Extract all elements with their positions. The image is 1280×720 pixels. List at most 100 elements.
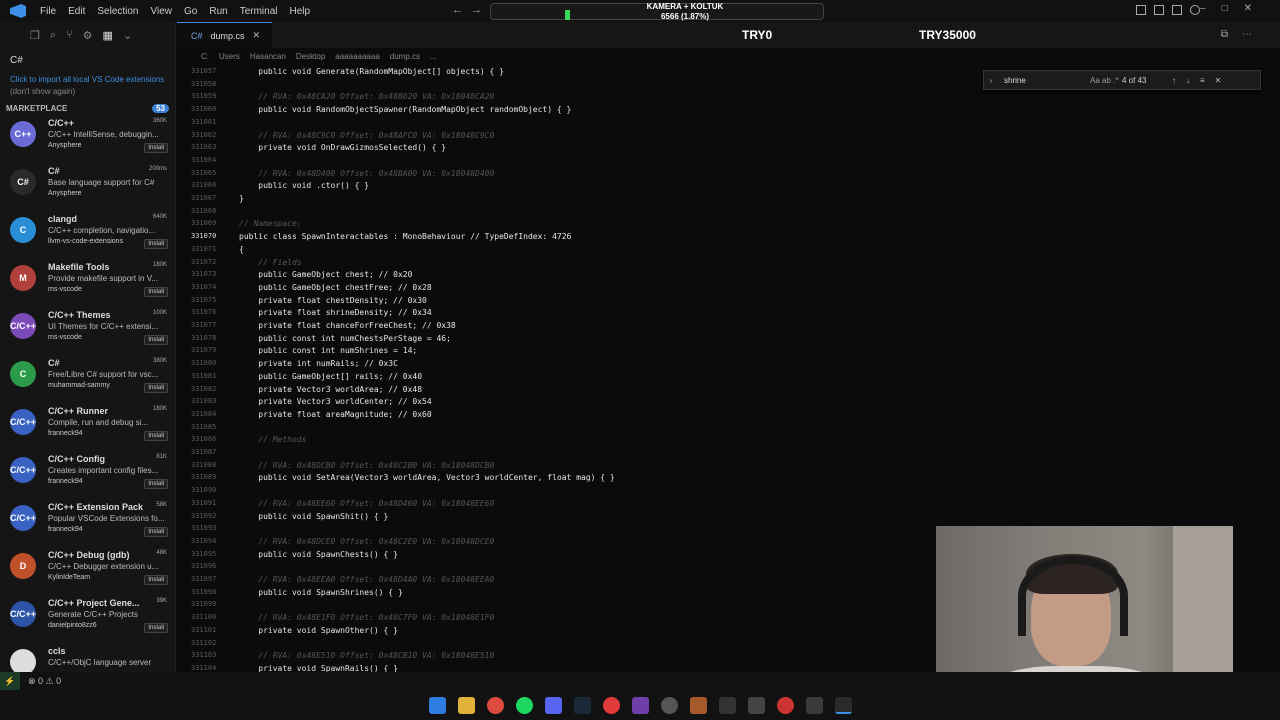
extension-item[interactable]: Cclangd C/C++ completion, navigatio... llv… bbox=[0, 211, 175, 259]
code-line[interactable]: 331074 public GameObject chestFree; // 0… bbox=[177, 281, 1277, 294]
code-line[interactable]: 331064 bbox=[177, 154, 1277, 167]
code-line[interactable]: 331082 private Vector3 worldArea; // 0x4… bbox=[177, 383, 1277, 396]
import-extensions-link[interactable]: Click to import all local VS Code extens… bbox=[10, 75, 164, 84]
toggle-secondary-icon[interactable] bbox=[1172, 5, 1182, 15]
code-line[interactable]: 331091 // RVA: 0x48EE60 Offset: 0x48D460… bbox=[177, 497, 1277, 510]
menu-selection[interactable]: Selection bbox=[91, 6, 144, 17]
menu-file[interactable]: File bbox=[34, 6, 62, 17]
menu-terminal[interactable]: Terminal bbox=[234, 6, 284, 17]
code-line[interactable]: 331087 bbox=[177, 446, 1277, 459]
code-line[interactable]: 331084 private float areaMagnitude; // 0… bbox=[177, 408, 1277, 421]
debug-icon[interactable]: ⚙ bbox=[83, 29, 93, 42]
code-line[interactable]: 331076 private float shrineDensity; // 0… bbox=[177, 306, 1277, 319]
menu-go[interactable]: Go bbox=[178, 6, 203, 17]
code-line[interactable]: 331075 private float chestDensity; // 0x… bbox=[177, 294, 1277, 307]
install-button[interactable]: Install bbox=[144, 527, 168, 537]
code-line[interactable]: 331077 private float chanceForFreeChest;… bbox=[177, 319, 1277, 332]
extension-item[interactable]: M Makefile Tools Provide makefile support … bbox=[0, 259, 175, 307]
install-button[interactable]: Install bbox=[144, 239, 168, 249]
arrow-up-icon[interactable]: ↑ bbox=[1172, 76, 1176, 85]
menu-view[interactable]: View bbox=[145, 6, 179, 17]
app-icon[interactable] bbox=[660, 696, 678, 714]
extension-item[interactable]: C/C++ C/C++ Extension Pack Popular VSCode … bbox=[0, 499, 175, 547]
menu-icon[interactable]: ≡ bbox=[1200, 76, 1205, 85]
extension-item[interactable]: C/C++ C/C++ Project Gene... Generate C/C++… bbox=[0, 595, 175, 643]
window-controls[interactable]: –□✕ bbox=[1200, 3, 1268, 14]
editor-actions[interactable]: ⧉⋯ bbox=[1221, 29, 1266, 40]
code-line[interactable]: 331080 private int numRails; // 0x3C bbox=[177, 357, 1277, 370]
install-button[interactable]: Install bbox=[144, 623, 168, 633]
code-line[interactable]: 331063 private void OnDrawGizmosSelected… bbox=[177, 141, 1277, 154]
install-button[interactable]: Install bbox=[144, 575, 168, 585]
extension-item[interactable]: C C# Free/Libre C# support for vsc... muham… bbox=[0, 355, 175, 403]
breadcrumb-item[interactable]: Hasancan bbox=[250, 52, 286, 61]
code-line[interactable]: 331086 // Methods bbox=[177, 433, 1277, 446]
app-icon[interactable] bbox=[689, 696, 707, 714]
breadcrumb-item[interactable]: dump.cs bbox=[390, 52, 420, 61]
file-explorer-icon[interactable] bbox=[457, 696, 475, 714]
tab-dump-cs[interactable]: C# dump.cs ✕ bbox=[177, 22, 273, 48]
steam-icon[interactable] bbox=[573, 696, 591, 714]
install-button[interactable]: Install bbox=[144, 383, 168, 393]
code-line[interactable]: 331090 bbox=[177, 484, 1277, 497]
files-icon[interactable]: ❐ bbox=[30, 29, 40, 42]
code-line[interactable]: 331081 public GameObject[] rails; // 0x4… bbox=[177, 370, 1277, 383]
menu-run[interactable]: Run bbox=[203, 6, 233, 17]
calculator-icon[interactable] bbox=[718, 696, 736, 714]
chevron-right-icon[interactable]: › bbox=[984, 76, 998, 85]
install-button[interactable]: Install bbox=[144, 287, 168, 297]
code-line[interactable]: 331079 public const int numShrines = 14; bbox=[177, 344, 1277, 357]
extension-item[interactable]: C++ C/C++ C/C++ IntelliSense, debuggin... A… bbox=[0, 115, 175, 163]
code-line[interactable]: 331070 public class SpawnInteractables : … bbox=[177, 230, 1277, 243]
extensions-search-input[interactable]: C# bbox=[4, 50, 171, 70]
arrow-down-icon[interactable]: ↓ bbox=[1186, 76, 1190, 85]
app-icon[interactable] bbox=[805, 696, 823, 714]
code-line[interactable]: 331068 bbox=[177, 205, 1277, 218]
app-icon[interactable] bbox=[602, 696, 620, 714]
install-button[interactable]: Install bbox=[144, 335, 168, 345]
search-icon[interactable]: ⌕ bbox=[50, 29, 56, 42]
code-line[interactable]: 331066 public void .ctor() { } bbox=[177, 179, 1277, 192]
extension-item[interactable]: C# C# Base language support for C# Anyspher… bbox=[0, 163, 175, 211]
settings-icon[interactable] bbox=[1190, 5, 1200, 15]
code-line[interactable]: 331059 // RVA: 0x48CA20 Offset: 0x48B020… bbox=[177, 90, 1277, 103]
app-icon[interactable] bbox=[631, 696, 649, 714]
chrome-icon[interactable] bbox=[486, 696, 504, 714]
vscode-icon[interactable] bbox=[834, 696, 852, 714]
remote-icon[interactable]: ⚡ bbox=[0, 672, 20, 690]
breadcrumb-item[interactable]: ... bbox=[430, 52, 437, 61]
code-line[interactable]: 331065 // RVA: 0x48D400 Offset: 0x48BA00… bbox=[177, 167, 1277, 180]
code-line[interactable]: 331071 { bbox=[177, 243, 1277, 256]
code-line[interactable]: 331073 public GameObject chest; // 0x20 bbox=[177, 268, 1277, 281]
code-line[interactable]: 331085 bbox=[177, 421, 1277, 434]
toggle-panel-icon[interactable] bbox=[1154, 5, 1164, 15]
code-line[interactable]: 331069 // Namespace: bbox=[177, 217, 1277, 230]
source-control-icon[interactable]: ⑂ bbox=[66, 29, 73, 41]
code-line[interactable]: 331062 // RVA: 0x48C9C0 Offset: 0x48AFC0… bbox=[177, 129, 1277, 142]
marketplace-header[interactable]: MARKETPLACE 53 bbox=[0, 100, 175, 115]
install-button[interactable]: Install bbox=[144, 479, 168, 489]
spotify-icon[interactable] bbox=[515, 696, 533, 714]
extension-item[interactable]: C/C++ C/C++ Runner Compile, run and debug … bbox=[0, 403, 175, 451]
problems-indicator[interactable]: ⊗ 0 ⚠ 0 bbox=[20, 676, 61, 687]
close-icon[interactable]: ✕ bbox=[253, 30, 261, 41]
breadcrumb-item[interactable]: aaaaaaaaaa bbox=[335, 52, 380, 61]
nav-back-forward-icon[interactable]: ←→ bbox=[452, 4, 490, 16]
code-line[interactable]: 331089 public void SetArea(Vector3 world… bbox=[177, 471, 1277, 484]
code-line[interactable]: 331067} bbox=[177, 192, 1277, 205]
code-line[interactable]: 331083 private Vector3 worldCenter; // 0… bbox=[177, 395, 1277, 408]
menu-help[interactable]: Help bbox=[284, 6, 317, 17]
code-line[interactable]: 331060 public void RandomObjectSpawner(R… bbox=[177, 103, 1277, 116]
install-button[interactable]: Install bbox=[144, 431, 168, 441]
toggle-sidebar-icon[interactable] bbox=[1136, 5, 1146, 15]
layout-controls[interactable] bbox=[1136, 5, 1200, 15]
code-line[interactable]: 331061 bbox=[177, 116, 1277, 129]
breadcrumb-item[interactable]: Desktop bbox=[296, 52, 325, 61]
chevron-down-icon[interactable]: ⌄ bbox=[123, 29, 132, 42]
find-options[interactable]: Aa ab .* bbox=[1090, 76, 1122, 85]
close-icon[interactable]: ✕ bbox=[1215, 76, 1222, 85]
dont-show-again-link[interactable]: (don't show again) bbox=[10, 87, 75, 96]
extension-item[interactable]: C/C++ C/C++ Themes UI Themes for C/C++ ext… bbox=[0, 307, 175, 355]
extension-item[interactable]: C/C++ C/C++ Config Creates important confi… bbox=[0, 451, 175, 499]
extensions-icon[interactable]: ▦ bbox=[103, 29, 113, 42]
